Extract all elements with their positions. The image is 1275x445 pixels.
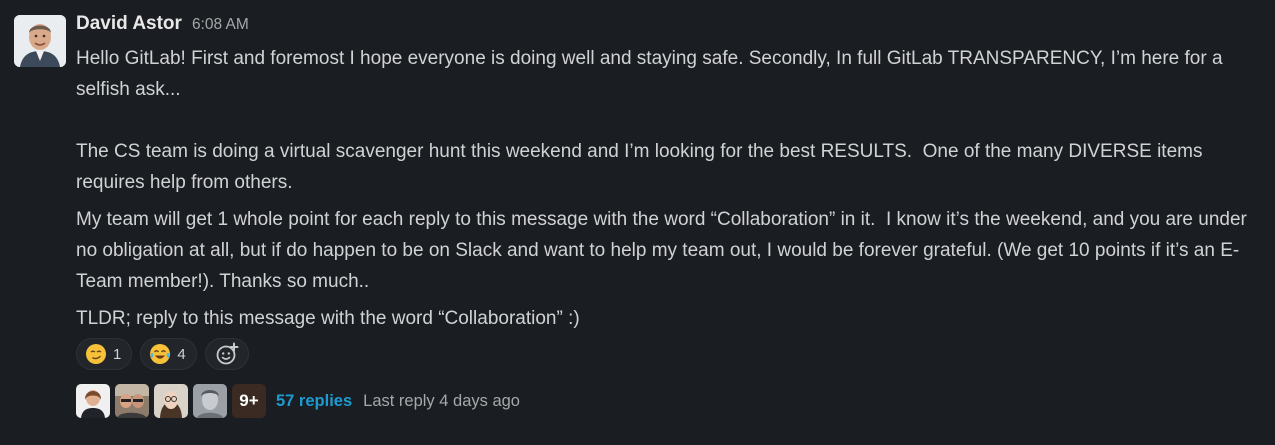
more-participants-badge: 9+ [232,384,266,418]
thread-replies-link[interactable]: 57 replies [276,392,352,411]
message-paragraph: Hello GitLab! First and foremost I hope … [76,48,1228,100]
message-content: David Astor 6:08 AM Hello GitLab! First … [76,13,1261,418]
reaction-joy[interactable]: 4 [140,338,197,370]
author-name[interactable]: David Astor [76,13,182,35]
reactions-bar: 1 4 [76,338,1261,370]
participant-avatar [115,384,149,418]
reaction-count: 1 [113,345,122,363]
message-paragraph: The CS team is doing a virtual scavenger… [76,141,1208,193]
add-emoji-icon [216,342,239,365]
message-paragraph: TLDR; reply to this message with the wor… [76,308,580,329]
message: David Astor 6:08 AM Hello GitLab! First … [0,0,1275,445]
message-paragraph: My team will get 1 whole point for each … [76,209,1253,292]
thread-last-reply: Last reply 4 days ago [363,391,520,410]
participant-avatar [76,384,110,418]
author-avatar[interactable] [14,15,66,67]
participant-avatar [154,384,188,418]
message-header: David Astor 6:08 AM [76,13,1261,39]
message-timestamp[interactable]: 6:08 AM [192,16,249,34]
joy-emoji-icon [149,343,171,365]
smirk-emoji-icon [85,343,107,365]
thread-summary[interactable]: 9+ 57 replies Last reply 4 days ago [76,384,1261,418]
reaction-smirk[interactable]: 1 [76,338,133,370]
reaction-count: 4 [177,345,186,363]
participant-avatar [193,384,227,418]
thread-participants: 9+ [76,384,266,418]
add-reaction-button[interactable] [204,338,249,370]
